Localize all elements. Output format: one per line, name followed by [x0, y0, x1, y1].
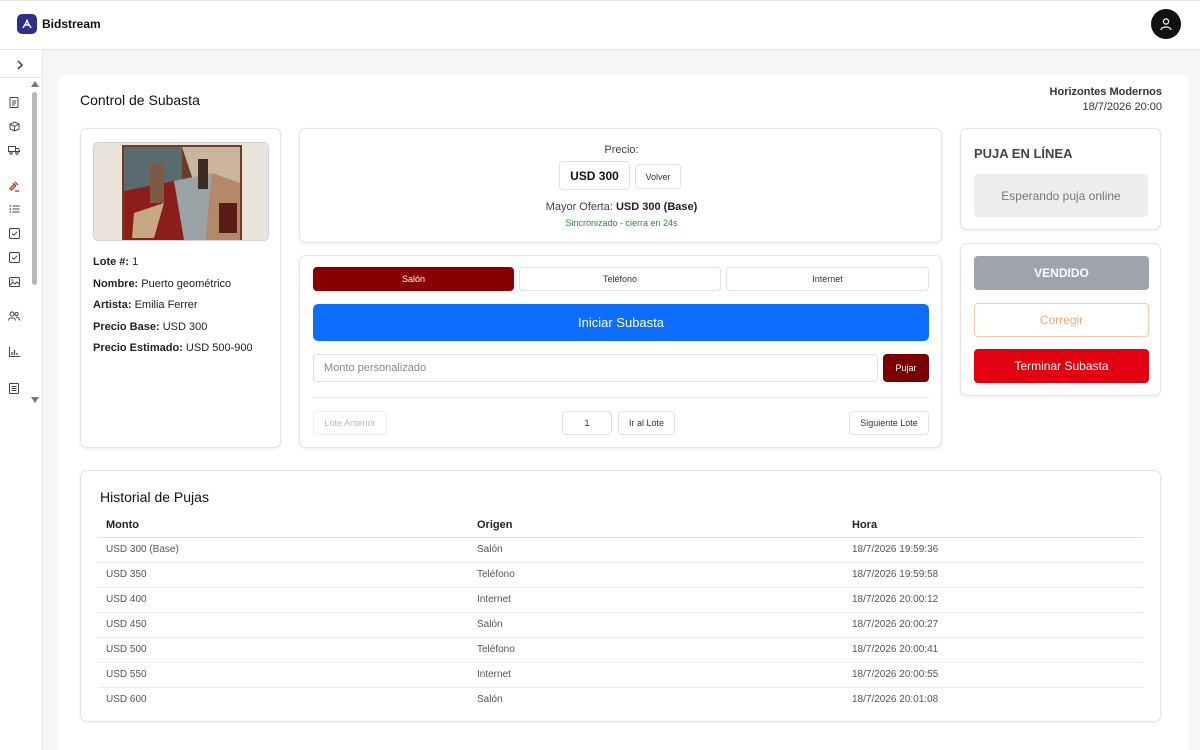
- back-button[interactable]: Volver: [635, 164, 681, 189]
- bid-history-table: Monto Origen Hora USD 300 (Base) Salón 18/…: [98, 514, 1143, 712]
- cell-amount: USD 500: [98, 637, 469, 663]
- image-icon[interactable]: [8, 276, 20, 288]
- cell-time: 18/7/2026 20:01:08: [852, 694, 939, 706]
- lot-estimated-price: Precio Estimado: USD 500-900: [93, 342, 253, 354]
- auction-controls-card: Salón Teléfono Internet Iniciar Subasta …: [299, 255, 942, 448]
- table-row: USD 500 Teléfono 18/7/2026 20:00:41: [98, 637, 1143, 663]
- cell-amount: USD 300 (Base): [98, 537, 469, 563]
- event-name: Horizontes Modernos: [1049, 86, 1162, 98]
- table-row: USD 450 Salón 18/7/2026 20:00:27: [98, 612, 1143, 638]
- column-header-origen: Origen: [469, 514, 844, 538]
- auction-actions-card: VENDIDO Corregir Terminar Subasta: [960, 243, 1161, 396]
- users-icon[interactable]: [8, 310, 20, 322]
- lot-number: Lote #: 1: [93, 256, 139, 268]
- brand-name: Bidstream: [42, 17, 101, 31]
- cell-time: 18/7/2026 20:00:27: [844, 612, 1143, 638]
- cell-amount: USD 400: [98, 587, 469, 613]
- cell-amount: USD 350: [98, 562, 469, 588]
- lot-number-input[interactable]: 1: [562, 411, 612, 435]
- cell-amount: USD 600: [106, 694, 147, 706]
- sidebar-divider: [0, 77, 43, 78]
- box-icon[interactable]: [8, 120, 20, 132]
- cell-time: 18/7/2026 19:59:58: [844, 562, 1143, 588]
- end-auction-button[interactable]: Terminar Subasta: [974, 349, 1149, 383]
- cell-time: 18/7/2026 20:00:55: [844, 662, 1143, 688]
- bidstream-logo-icon[interactable]: [17, 14, 37, 34]
- cell-origin: Teléfono: [469, 637, 844, 663]
- checklist-icon[interactable]: [8, 251, 20, 263]
- cell-origin: Internet: [469, 587, 844, 613]
- previous-lot-button[interactable]: Lote Anterior: [313, 411, 387, 435]
- bid-history-card: Historial de Pujas Monto Origen Hora USD…: [80, 470, 1161, 722]
- column-header-hora: Hora: [844, 514, 1143, 538]
- cell-amount: USD 550: [98, 662, 469, 688]
- cell-origin: Teléfono: [469, 562, 844, 588]
- table-header-row: Monto Origen Hora: [98, 514, 1143, 538]
- start-auction-button[interactable]: Iniciar Subasta: [313, 304, 929, 341]
- gavel-icon[interactable]: [8, 180, 20, 192]
- cell-time: 18/7/2026 20:00:41: [844, 637, 1143, 663]
- highest-bid: Mayor Oferta: USD 300 (Base): [545, 201, 698, 213]
- controls-divider: [313, 397, 929, 398]
- cell-origin: Salón: [469, 612, 844, 638]
- price-card: Precio: USD 300 Volver Mayor Oferta: USD…: [299, 128, 942, 243]
- tab-internet[interactable]: Internet: [726, 267, 929, 291]
- lot-info-card: Lote #: 1 Nombre: Puerto geométrico Arti…: [80, 128, 281, 448]
- truck-icon[interactable]: [8, 144, 20, 156]
- event-date: 18/7/2026 20:00: [1082, 101, 1162, 113]
- column-header-monto: Monto: [98, 514, 469, 538]
- cell-time: 18/7/2026 19:59:36: [844, 537, 1143, 563]
- cell-time: 18/7/2026 20:00:12: [844, 587, 1143, 613]
- list-icon[interactable]: [8, 203, 20, 215]
- go-to-lot-button[interactable]: Ir al Lote: [618, 411, 675, 435]
- table-row: USD 400 Internet 18/7/2026 20:00:12: [98, 587, 1143, 613]
- sold-button[interactable]: VENDIDO: [974, 256, 1149, 290]
- bid-history-title: Historial de Pujas: [100, 489, 209, 505]
- cell-origin: Internet: [469, 662, 844, 688]
- user-avatar-icon[interactable]: [1151, 9, 1181, 39]
- table-row: USD 300 (Base) Salón 18/7/2026 19:59:36: [98, 537, 1143, 563]
- sidebar: [0, 50, 43, 750]
- sidebar-scrollbar[interactable]: [32, 92, 37, 285]
- current-price: USD 300: [559, 161, 630, 190]
- table-row: USD 350 Teléfono 18/7/2026 19:59:58: [98, 562, 1143, 588]
- lot-artwork-image: [93, 142, 269, 241]
- price-label: Precio:: [604, 144, 639, 156]
- scroll-down-icon[interactable]: [31, 397, 39, 403]
- document-icon[interactable]: [8, 96, 20, 108]
- lot-artist: Artista: Emilia Ferrer: [93, 299, 198, 311]
- online-bid-status: Esperando puja online: [974, 174, 1148, 217]
- tab-telefono[interactable]: Teléfono: [519, 267, 721, 291]
- next-lot-button[interactable]: Siguiente Lote: [849, 411, 929, 435]
- cell-origin: Salón: [469, 537, 844, 563]
- scroll-up-icon[interactable]: [31, 81, 39, 87]
- lot-name: Nombre: Puerto geométrico: [93, 278, 232, 290]
- checkbox-icon[interactable]: [8, 227, 20, 239]
- page-title: Control de Subasta: [80, 92, 200, 108]
- table-row: USD 550 Internet 18/7/2026 20:00:55: [98, 662, 1143, 688]
- top-bar: Bidstream: [0, 0, 1200, 50]
- report-icon[interactable]: [8, 382, 20, 394]
- custom-amount-input[interactable]: Monto personalizado: [313, 354, 878, 382]
- table-row: USD 600 Salón 18/7/2026 20:01:08: [98, 687, 1143, 712]
- online-bid-card: PUJA EN LÍNEA Esperando puja online: [960, 128, 1161, 230]
- chevron-right-icon[interactable]: [12, 57, 28, 73]
- cell-origin: Salón: [477, 694, 503, 706]
- bar-chart-icon[interactable]: [8, 346, 20, 358]
- bid-button[interactable]: Pujar: [883, 354, 929, 382]
- online-bid-title: PUJA EN LÍNEA: [974, 146, 1073, 161]
- correct-button[interactable]: Corregir: [974, 303, 1149, 337]
- sync-status: Sincronizado - cierra en 24s: [565, 218, 678, 228]
- tab-salon[interactable]: Salón: [313, 267, 514, 291]
- lot-base-price: Precio Base: USD 300: [93, 321, 208, 333]
- cell-amount: USD 450: [98, 612, 469, 638]
